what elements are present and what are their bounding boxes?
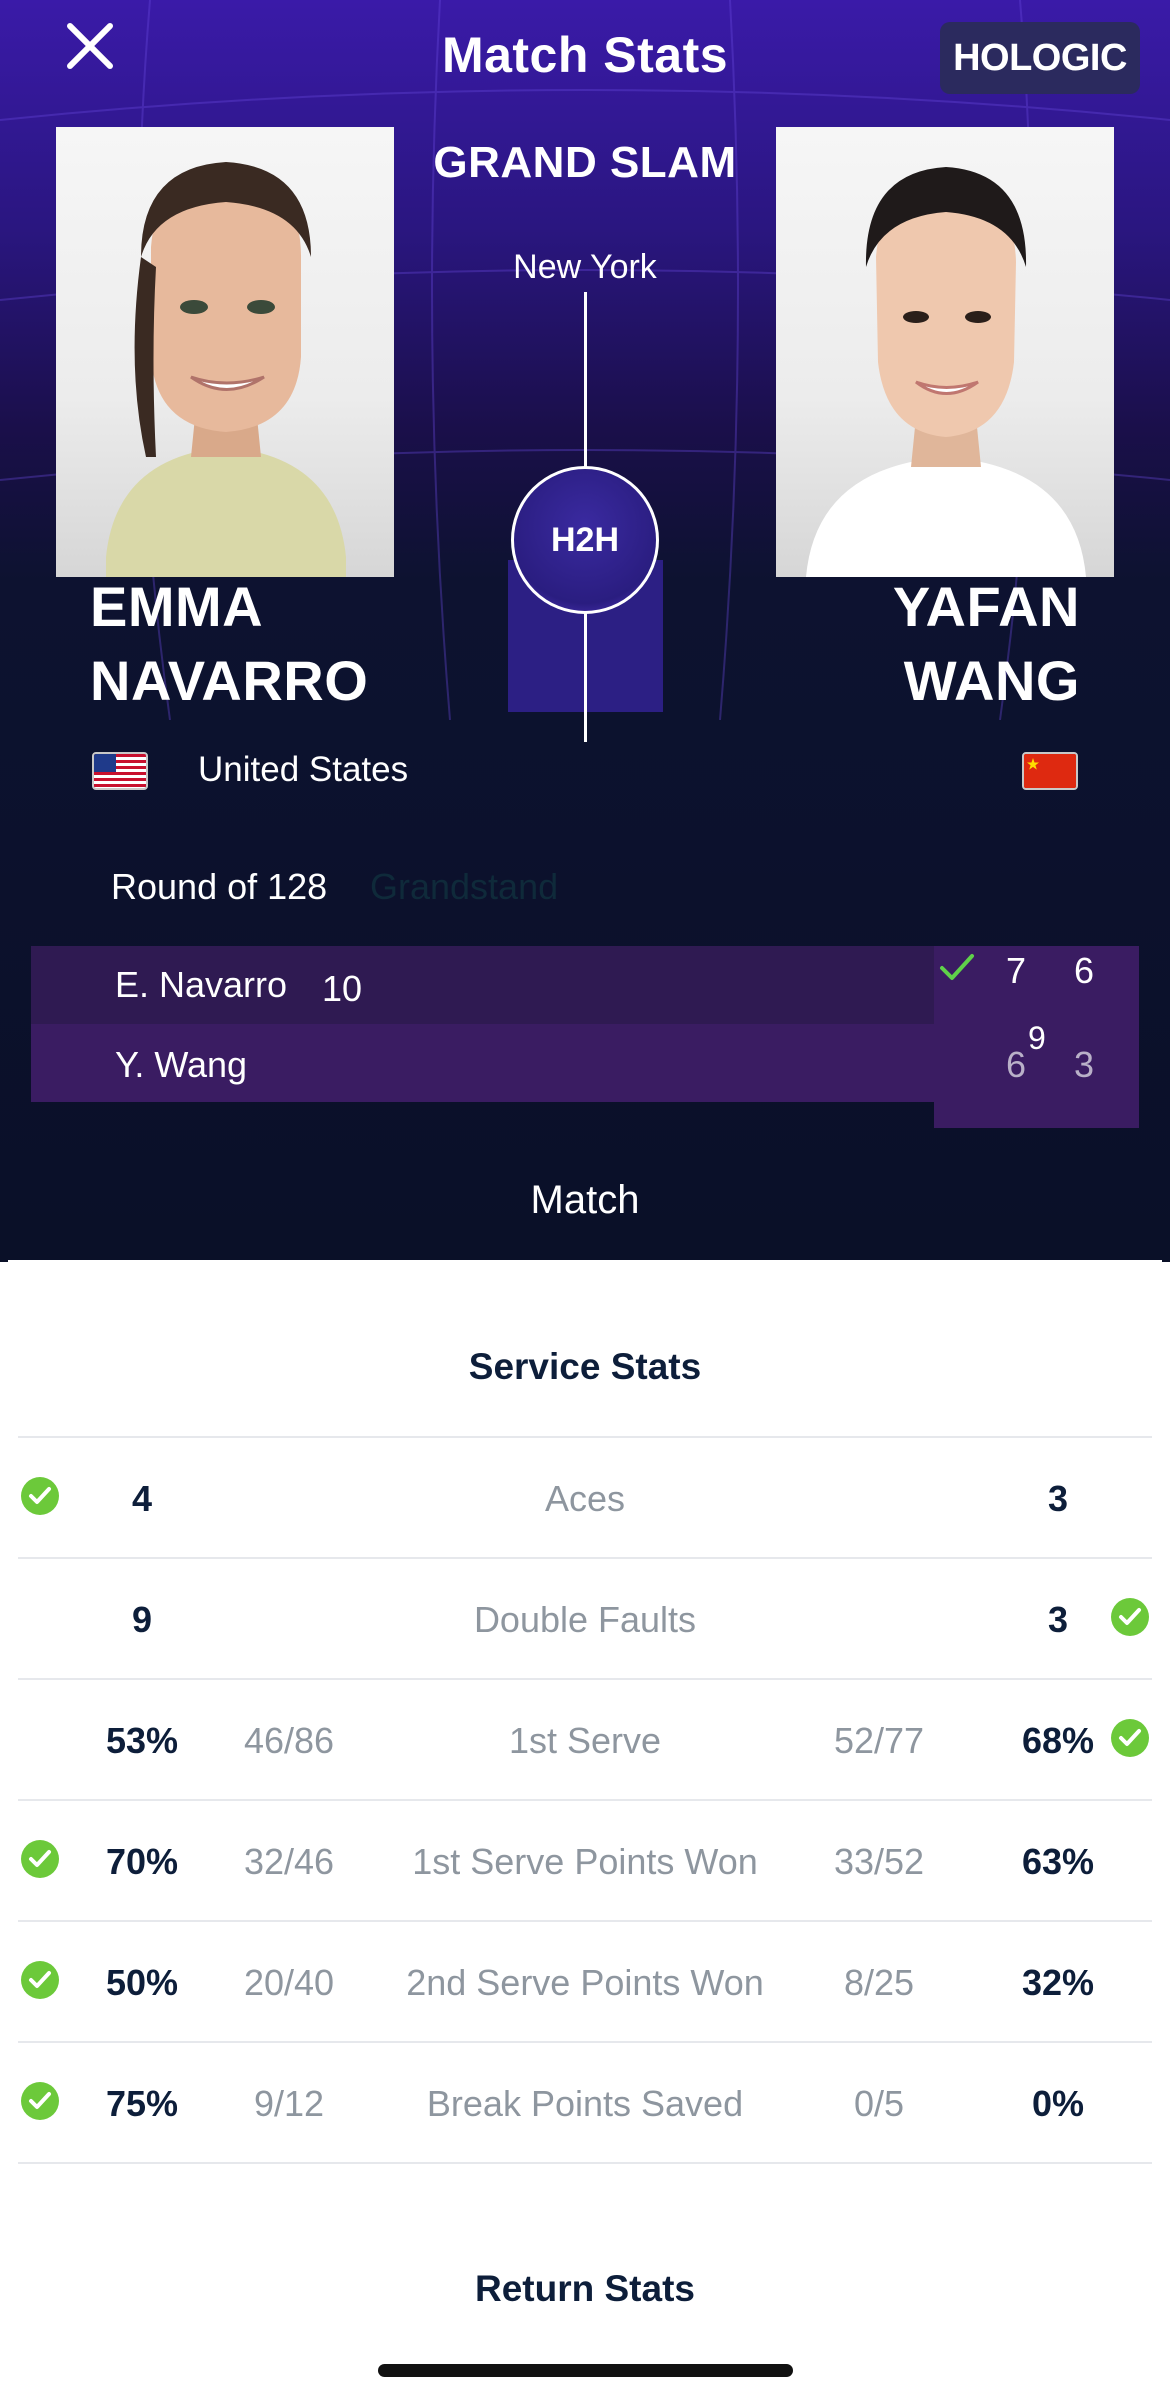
player-name-left: EMMA NAVARRO <box>90 570 368 718</box>
leader-check-icon <box>20 1839 60 1879</box>
stat-label: Double Faults <box>473 1599 697 1640</box>
scoreboard-player1-name: E. Navarro <box>115 964 288 1005</box>
player-country-left: United States <box>198 750 409 789</box>
match-round: Round of 128 <box>111 866 328 907</box>
stat-right-fraction: 33/52 <box>833 1841 925 1882</box>
scoreboard-player2-name: Y. Wang <box>115 1044 248 1085</box>
stat-left-value: 9 <box>131 1599 153 1640</box>
stat-left-value: 75% <box>105 2083 179 2124</box>
section-title-service-stats: Service Stats <box>468 1346 702 1387</box>
us-flag-icon <box>92 752 148 790</box>
leader-check-icon <box>1110 1718 1150 1758</box>
tab-match-indicator <box>8 1260 1162 1267</box>
stat-left-value: 50% <box>105 1962 179 2003</box>
stat-left-value: 53% <box>105 1720 179 1761</box>
player-photo-left <box>56 127 394 577</box>
leader-check-icon <box>20 1476 60 1516</box>
stat-left-value: 4 <box>131 1478 153 1519</box>
h2h-button[interactable]: H2H <box>511 466 659 614</box>
leader-check-icon <box>20 2081 60 2121</box>
home-indicator <box>378 2364 793 2377</box>
stat-right-fraction: 0/5 <box>853 2083 905 2124</box>
stat-row: 9 Double Faults 3 <box>0 1559 1170 1679</box>
player-photo-right <box>776 127 1114 577</box>
player1-set2-score: 6 <box>1073 950 1095 991</box>
player-last-name-left: NAVARRO <box>90 649 369 712</box>
player2-set2-score: 3 <box>1073 1044 1095 1085</box>
stat-right-value: 3 <box>1047 1478 1069 1519</box>
stat-right-value: 32% <box>1021 1962 1095 2003</box>
divider <box>18 2162 1152 2164</box>
stat-row: 53% 46/86 1st Serve 52/77 68% <box>0 1680 1170 1800</box>
player2-set1-tiebreak: 9 <box>1028 1020 1046 1056</box>
player-name-right: YAFAN WANG <box>893 570 1080 718</box>
divider-line-bottom <box>584 612 587 742</box>
leader-check-icon <box>20 1960 60 2000</box>
stat-row: 50% 20/40 2nd Serve Points Won 8/25 32% <box>0 1922 1170 2042</box>
divider-line-top <box>584 292 587 468</box>
stat-right-value: 0% <box>1031 2083 1085 2124</box>
tournament-city: New York <box>513 248 657 286</box>
player1-set1-score: 7 <box>1005 950 1027 991</box>
stat-label: Break Points Saved <box>426 2083 744 2124</box>
stat-row: 75% 9/12 Break Points Saved 0/5 0% <box>0 2043 1170 2163</box>
winner-check-icon <box>938 950 978 986</box>
stat-row: 4 Aces 3 <box>0 1438 1170 1558</box>
tournament-name: GRAND SLAM <box>433 138 737 187</box>
scoreboard-player1-seed: 10 <box>322 968 363 1009</box>
stat-row: 70% 32/46 1st Serve Points Won 33/52 63% <box>0 1801 1170 1921</box>
stat-label: Aces <box>544 1478 626 1519</box>
china-flag-icon <box>1022 752 1078 790</box>
stat-label: 1st Serve Points Won <box>412 1841 758 1882</box>
stat-label: 2nd Serve Points Won <box>406 1962 764 2003</box>
stat-right-value: 3 <box>1047 1599 1069 1640</box>
stat-right-value: 68% <box>1021 1720 1095 1761</box>
sponsor-logo: HOLOGIC <box>940 22 1140 94</box>
section-title-return-stats: Return Stats <box>475 2268 695 2302</box>
stat-right-fraction: 8/25 <box>843 1962 915 2003</box>
stat-right-value: 63% <box>1021 1841 1095 1882</box>
leader-check-icon <box>1110 1597 1150 1637</box>
stat-left-value: 70% <box>105 1841 179 1882</box>
player-last-name-right: WANG <box>903 649 1080 712</box>
tab-match[interactable]: Match <box>0 1178 1170 1223</box>
player-first-name-right: YAFAN <box>892 575 1080 638</box>
stat-right-fraction: 52/77 <box>833 1720 925 1761</box>
player-first-name-left: EMMA <box>90 575 264 638</box>
stat-label: 1st Serve <box>508 1720 662 1761</box>
match-court: Grandstand <box>370 866 559 907</box>
